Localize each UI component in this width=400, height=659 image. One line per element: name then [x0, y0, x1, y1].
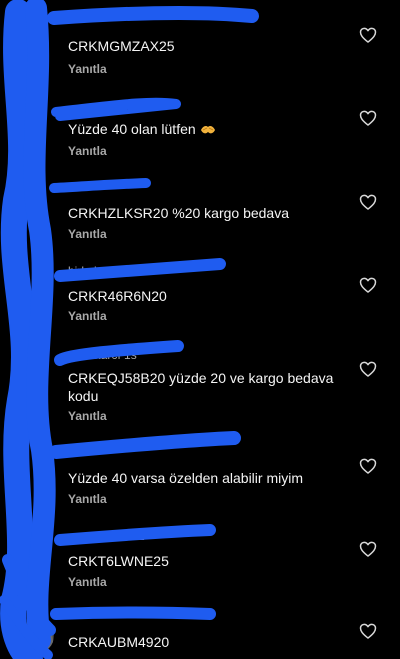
comment-item: Yüzde 40 varsa özelden alabilir miyim Ya…	[0, 440, 400, 520]
avatar[interactable]	[18, 541, 30, 553]
heart-icon[interactable]	[358, 275, 378, 295]
comment-text: Yüzde 40 varsa özelden alabilir miyim	[68, 470, 303, 486]
comment-text: Yüzde 40 olan lütfen	[68, 120, 340, 138]
comment-username[interactable]: esraalperen62	[68, 529, 145, 543]
reply-button[interactable]: Yanıtla	[68, 575, 107, 589]
comment-username[interactable]: esra.karcı 1s	[68, 348, 137, 362]
comment-username[interactable]: sbra.k	[68, 10, 101, 24]
heart-icon[interactable]	[358, 456, 378, 476]
comment-item: CRKAUBM4920	[0, 605, 400, 659]
reply-button[interactable]: Yanıtla	[68, 144, 107, 158]
avatar[interactable]	[20, 619, 54, 653]
comment-item: birkebekbi CRKR46R6N20 Yanıtla	[0, 258, 400, 338]
comment-text: CRKT6LWNE25	[68, 553, 169, 569]
reply-button[interactable]: Yanıtla	[68, 227, 107, 241]
comment-text-content: Yüzde 40 olan lütfen	[68, 121, 196, 137]
comment-item: sbra.k CRKMGMZAX25 Yanıtla	[0, 0, 400, 82]
comment-text: CRKHZLKSR20 %20 kargo bedava	[68, 205, 290, 221]
pleading-hands-emoji	[200, 121, 216, 134]
comment-item: esraalperen62 CRKT6LWNE25 Yanıtla	[0, 523, 400, 608]
heart-icon[interactable]	[358, 25, 378, 45]
comment-text: CRKEQJ58B20 yüzde 20 ve kargo bedava kod…	[68, 370, 334, 404]
reply-button[interactable]: Yanıtla	[68, 409, 107, 423]
comment-thread: sbra.k CRKMGMZAX25 Yanıtla Yüzde 40 olan…	[0, 0, 400, 659]
comment-item: Yüzde 40 olan lütfen Yanıtla	[0, 90, 400, 170]
reply-button[interactable]: Yanıtla	[68, 309, 107, 323]
comment-item: esra.karcı 1s CRKEQJ58B20 yüzde 20 ve ka…	[0, 343, 400, 433]
comment-text: CRKMGMZAX25	[68, 38, 175, 54]
comment-username[interactable]: birkebekbi	[68, 264, 123, 278]
reply-button[interactable]: Yanıtla	[68, 62, 107, 76]
comment-item: CRKHZLKSR20 %20 kargo bedava Yanıtla	[0, 175, 400, 255]
comment-text: CRKAUBM4920	[68, 634, 170, 650]
heart-icon[interactable]	[358, 192, 378, 212]
heart-icon[interactable]	[358, 621, 378, 641]
reply-button[interactable]: Yanıtla	[68, 492, 107, 506]
heart-icon[interactable]	[358, 108, 378, 128]
heart-icon[interactable]	[358, 359, 378, 379]
heart-icon[interactable]	[358, 539, 378, 559]
comment-text: CRKR46R6N20	[68, 288, 167, 304]
